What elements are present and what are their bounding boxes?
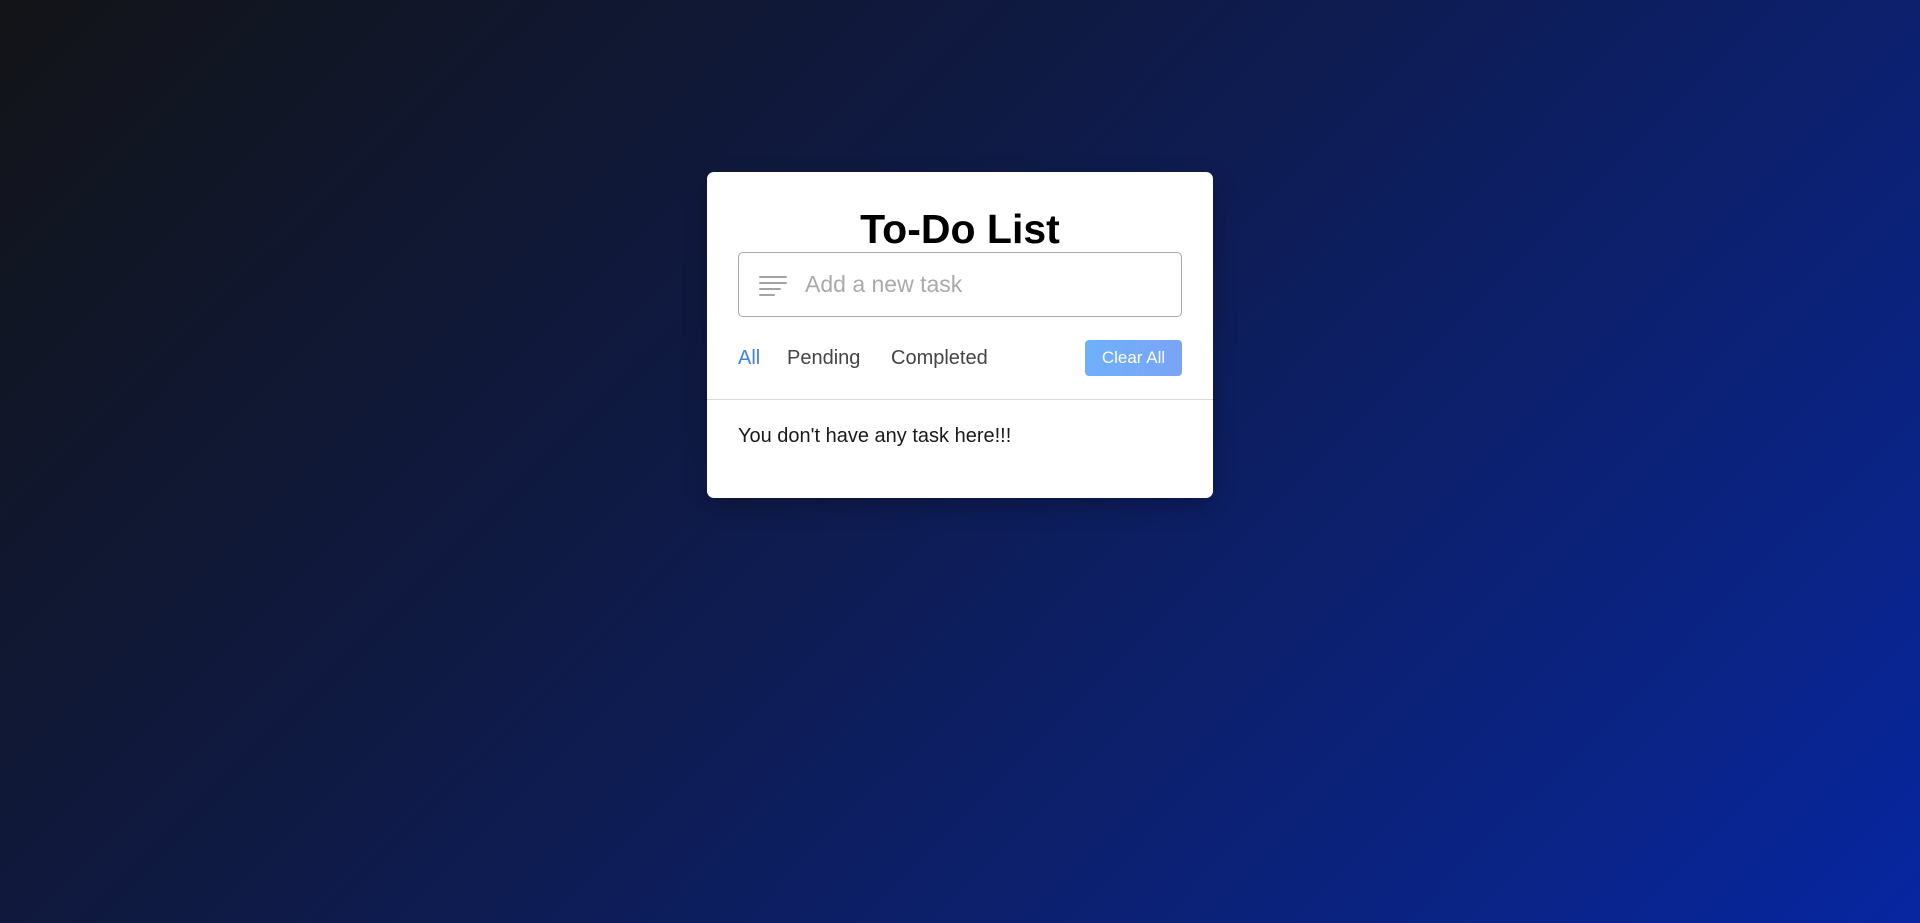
filter-completed[interactable]: Completed [891, 348, 988, 368]
page-title: To-Do List [860, 206, 1060, 252]
divider [707, 399, 1213, 400]
text-lines-icon [759, 276, 787, 296]
task-input-wrapper[interactable] [738, 252, 1182, 317]
todo-card: To-Do List All Pending Completed Clear A… [707, 172, 1213, 498]
empty-task-message: You don't have any task here!!! [738, 425, 1012, 447]
task-input[interactable] [805, 253, 1175, 316]
filter-controls: All Pending Completed Clear All [738, 340, 1182, 376]
clear-all-button[interactable]: Clear All [1085, 340, 1182, 376]
filter-pending[interactable]: Pending [787, 348, 860, 368]
filter-all[interactable]: All [738, 348, 760, 368]
